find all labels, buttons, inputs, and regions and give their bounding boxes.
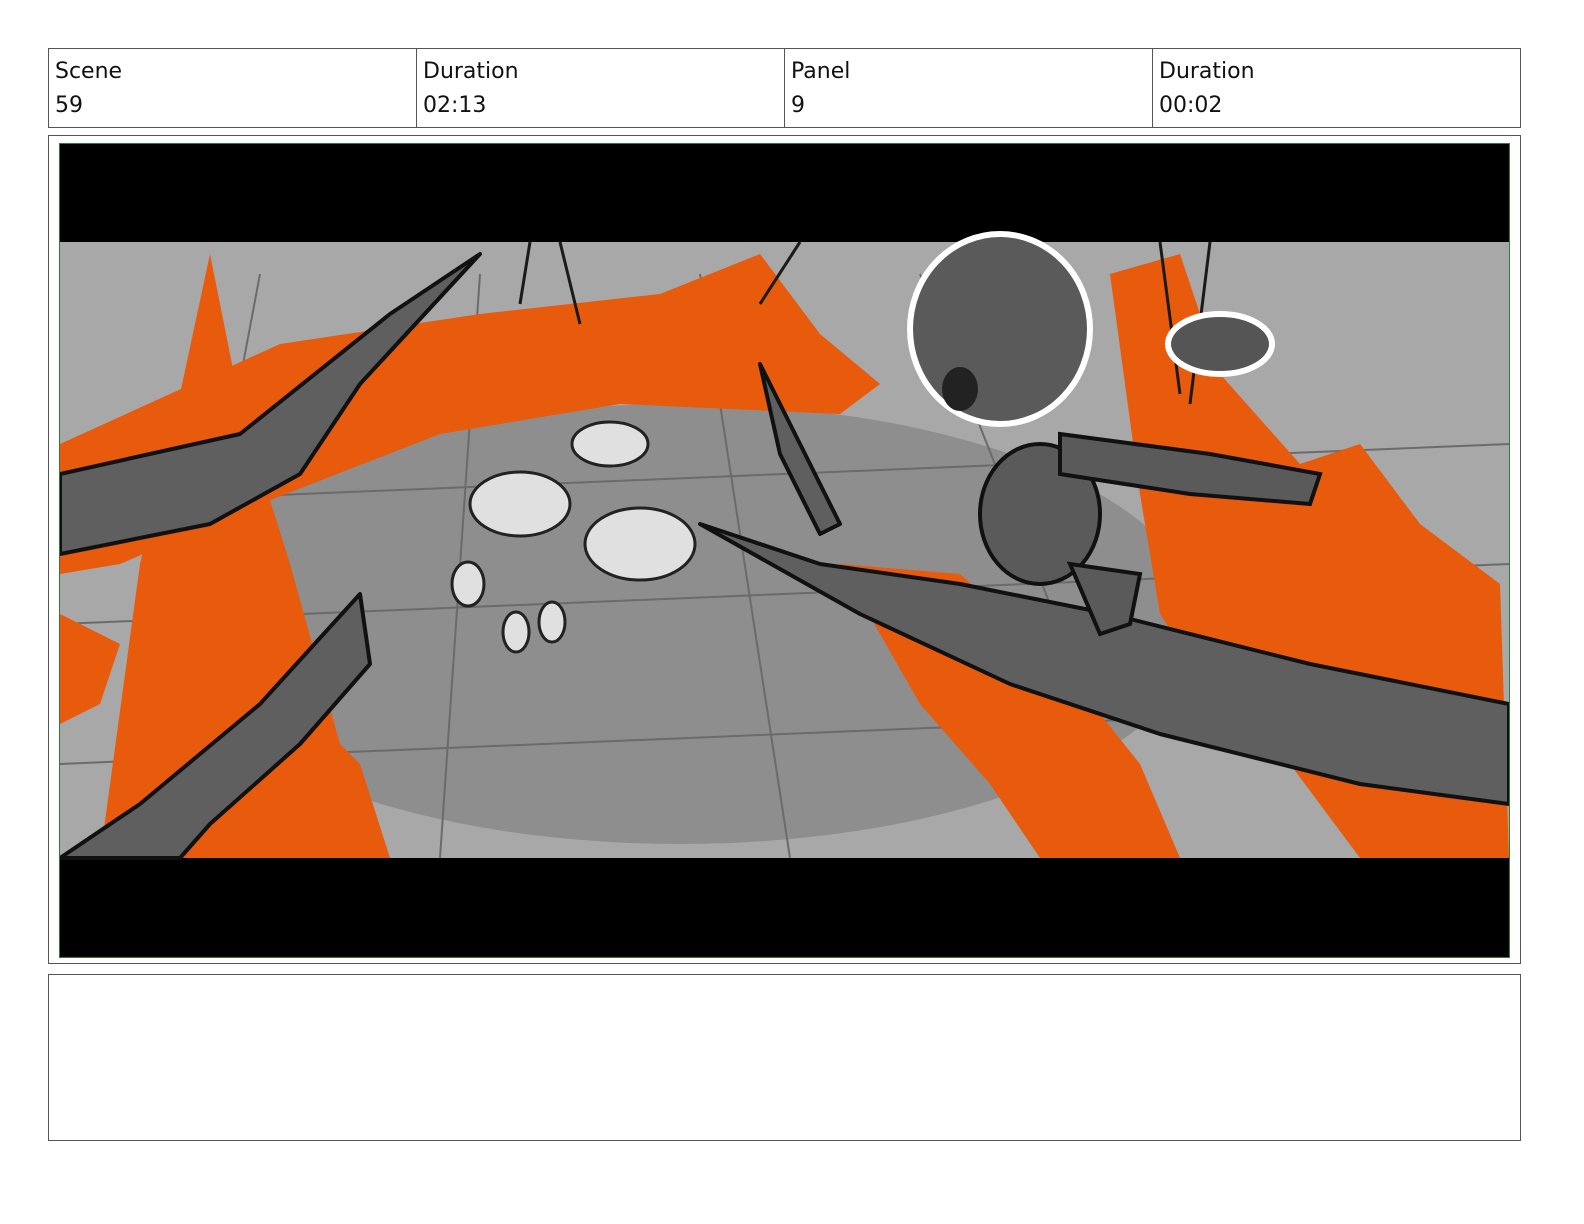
rabbit <box>501 610 531 654</box>
panel-number: 9 <box>791 93 805 118</box>
scene-cell: Scene 59 <box>49 49 417 127</box>
letterbox-bottom <box>60 858 1509 957</box>
panel-duration-label: Duration <box>1159 59 1255 84</box>
rabbit <box>537 600 567 644</box>
panel-label: Panel <box>791 59 851 84</box>
boar <box>583 506 697 582</box>
boar <box>570 420 650 468</box>
panel-notes-box[interactable] <box>48 974 1521 1141</box>
panel-duration-value: 00:02 <box>1159 93 1223 118</box>
scene-duration-cell: Duration 02:13 <box>417 49 785 127</box>
boar <box>468 470 572 538</box>
storyboard-panel-image <box>59 143 1510 958</box>
storyboard-header: Scene 59 Duration 02:13 Panel 9 Duration… <box>48 48 1521 128</box>
scene-number: 59 <box>55 93 83 118</box>
rabbit <box>450 560 486 608</box>
letterbox-top <box>60 144 1509 242</box>
scene-duration-value: 02:13 <box>423 93 487 118</box>
scene-label: Scene <box>55 59 123 84</box>
scene-duration-label: Duration <box>423 59 519 84</box>
panel-drawing <box>60 144 1509 957</box>
panel-duration-cell: Duration 00:02 <box>1153 49 1520 127</box>
panel-cell: Panel 9 <box>785 49 1153 127</box>
panel-frame <box>48 135 1521 964</box>
